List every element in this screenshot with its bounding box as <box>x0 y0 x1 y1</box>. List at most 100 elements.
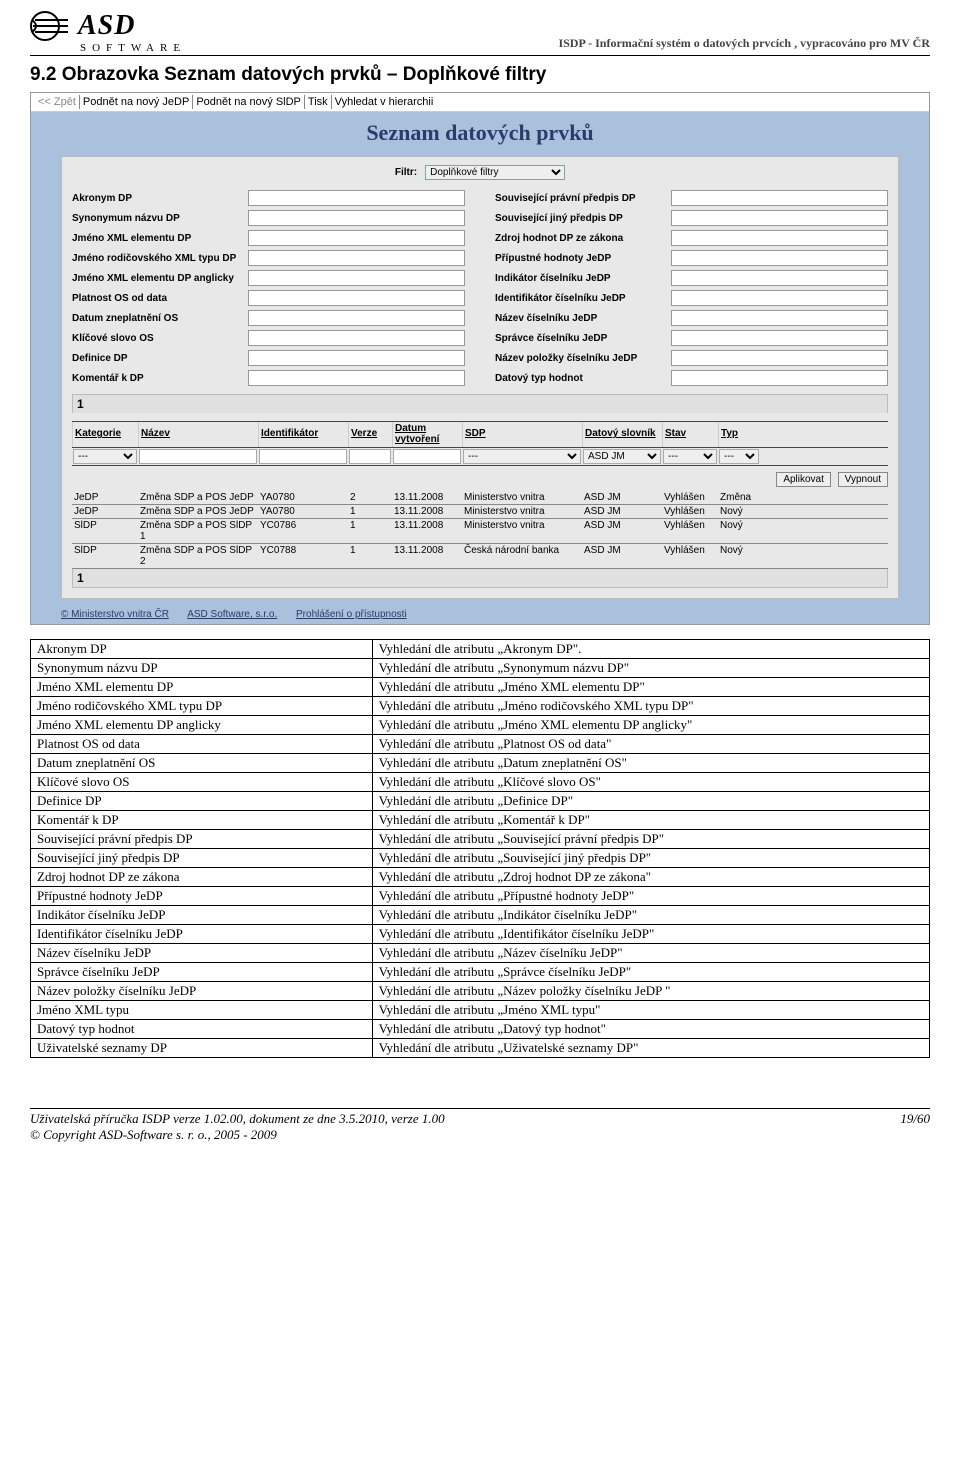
table-row[interactable]: SlDPZměna SDP a POS SlDP 1YC0786113.11.2… <box>72 519 888 544</box>
def-desc: Vyhledání dle atributu „Název číselníku … <box>372 944 929 963</box>
def-desc: Vyhledání dle atributu „Jméno XML elemen… <box>372 716 929 735</box>
cell: 2 <box>348 491 392 504</box>
def-term: Datový typ hodnot <box>31 1020 373 1039</box>
field-label: Jméno rodičovského XML typu DP <box>72 253 242 264</box>
table-row[interactable]: JeDPZměna SDP a POS JeDPYA0780213.11.200… <box>72 491 888 505</box>
definition-row: Synonymum názvu DPVyhledání dle atributu… <box>31 659 930 678</box>
field-input[interactable] <box>248 210 465 226</box>
flt-sdp[interactable]: --- <box>463 449 581 464</box>
table-row[interactable]: JeDPZměna SDP a POS JeDPYA0780113.11.200… <box>72 505 888 519</box>
field-input[interactable] <box>248 350 465 366</box>
field-input[interactable] <box>248 270 465 286</box>
logo-text: ASD <box>78 10 135 42</box>
definition-row: Přípustné hodnoty JeDPVyhledání dle atri… <box>31 887 930 906</box>
def-term: Synonymum názvu DP <box>31 659 373 678</box>
definition-row: Indikátor číselníku JeDPVyhledání dle at… <box>31 906 930 925</box>
def-desc: Vyhledání dle atributu „Název položky čí… <box>372 982 929 1001</box>
field-label: Identifikátor číselníku JeDP <box>495 293 665 304</box>
field-input[interactable] <box>248 230 465 246</box>
field-input[interactable] <box>671 230 888 246</box>
filter-select[interactable]: Doplňkové filtry <box>425 165 565 180</box>
flt-slovnik[interactable]: ASD JM <box>583 449 661 464</box>
field-label: Související právní předpis DP <box>495 193 665 204</box>
definition-row: Identifikátor číselníku JeDPVyhledání dl… <box>31 925 930 944</box>
field-input[interactable] <box>248 370 465 386</box>
table-row[interactable]: SlDPZměna SDP a POS SlDP 2YC0788113.11.2… <box>72 544 888 569</box>
menu-search-hierarchy[interactable]: Vyhledat v hierarchii <box>332 95 437 109</box>
field-label: Přípustné hodnoty JeDP <box>495 253 665 264</box>
menu-new-jedp[interactable]: Podnět na nový JeDP <box>80 95 193 109</box>
cell: ASD JM <box>582 491 662 504</box>
def-desc: Vyhledání dle atributu „Související práv… <box>372 830 929 849</box>
field-input[interactable] <box>248 330 465 346</box>
cell: Změna SDP a POS SlDP 1 <box>138 519 258 543</box>
logo-icon <box>30 10 70 42</box>
field-input[interactable] <box>671 210 888 226</box>
cell: Vyhlášen <box>662 491 718 504</box>
disable-button[interactable]: Vypnout <box>838 472 888 487</box>
definition-row: Definice DPVyhledání dle atributu „Defin… <box>31 792 930 811</box>
definition-row: Uživatelské seznamy DPVyhledání dle atri… <box>31 1039 930 1058</box>
def-term: Související jiný předpis DP <box>31 849 373 868</box>
field-input[interactable] <box>671 330 888 346</box>
def-desc: Vyhledání dle atributu „Indikátor číseln… <box>372 906 929 925</box>
cell: SlDP <box>72 519 138 543</box>
definition-row: Jméno XML elementu DP anglickyVyhledání … <box>31 716 930 735</box>
footer-link-asd[interactable]: ASD Software, s.r.o. <box>187 609 277 620</box>
flt-nazev[interactable] <box>139 449 257 464</box>
flt-kategorie[interactable]: --- <box>73 449 137 464</box>
section-title: 9.2 Obrazovka Seznam datových prvků – Do… <box>30 64 930 86</box>
flt-verze[interactable] <box>349 449 391 464</box>
cell: ASD JM <box>582 519 662 543</box>
field-label: Jméno XML elementu DP anglicky <box>72 273 242 284</box>
footer-link-mvcr[interactable]: © Ministerstvo vnitra ČR <box>61 609 169 620</box>
flt-identifikator[interactable] <box>259 449 347 464</box>
field-input[interactable] <box>671 310 888 326</box>
field-input[interactable] <box>671 290 888 306</box>
definition-row: Název položky číselníku JeDPVyhledání dl… <box>31 982 930 1001</box>
field-input[interactable] <box>671 190 888 206</box>
footer-link-accessibility[interactable]: Prohlášení o přístupnosti <box>296 609 407 620</box>
col-slovnik: Datový slovník <box>582 422 662 447</box>
def-term: Zdroj hodnot DP ze zákona <box>31 868 373 887</box>
field-input[interactable] <box>671 350 888 366</box>
field-label: Správce číselníku JeDP <box>495 333 665 344</box>
flt-typ[interactable]: --- <box>719 449 759 464</box>
cell: JeDP <box>72 491 138 504</box>
cell: Změna SDP a POS JeDP <box>138 505 258 518</box>
field-input[interactable] <box>248 290 465 306</box>
field-label: Platnost OS od data <box>72 293 242 304</box>
page-footer: Uživatelská příručka ISDP verze 1.02.00,… <box>30 1108 930 1143</box>
flt-stav[interactable]: --- <box>663 449 717 464</box>
menu-print[interactable]: Tisk <box>305 95 332 109</box>
field-input[interactable] <box>248 190 465 206</box>
grid-filter-row: --- --- ASD JM --- --- <box>72 448 888 466</box>
def-term: Správce číselníku JeDP <box>31 963 373 982</box>
definition-row: Platnost OS od dataVyhledání dle atribut… <box>31 735 930 754</box>
cell: 1 <box>348 505 392 518</box>
counter-top: 1 <box>72 394 888 413</box>
field-input[interactable] <box>671 270 888 286</box>
menu-back[interactable]: << Zpět <box>35 95 80 109</box>
field-label: Jméno XML elementu DP <box>72 233 242 244</box>
field-label: Indikátor číselníku JeDP <box>495 273 665 284</box>
cell: 13.11.2008 <box>392 491 462 504</box>
definition-row: Datový typ hodnotVyhledání dle atributu … <box>31 1020 930 1039</box>
field-label: Související jiný předpis DP <box>495 213 665 224</box>
cell: Vyhlášen <box>662 519 718 543</box>
flt-datum[interactable] <box>393 449 461 464</box>
def-desc: Vyhledání dle atributu „Identifikátor čí… <box>372 925 929 944</box>
field-input[interactable] <box>248 310 465 326</box>
field-input[interactable] <box>671 250 888 266</box>
field-label: Název číselníku JeDP <box>495 313 665 324</box>
field-input[interactable] <box>671 370 888 386</box>
definition-row: Jméno XML elementu DPVyhledání dle atrib… <box>31 678 930 697</box>
definition-row: Správce číselníku JeDPVyhledání dle atri… <box>31 963 930 982</box>
definitions-table: Akronym DPVyhledání dle atributu „Akrony… <box>30 639 930 1058</box>
cell: YC0786 <box>258 519 348 543</box>
field-input[interactable] <box>248 250 465 266</box>
apply-button[interactable]: Aplikovat <box>776 472 831 487</box>
menu-new-sldp[interactable]: Podnět na nový SlDP <box>193 95 305 109</box>
cell: Nový <box>718 519 760 543</box>
counter-bottom: 1 <box>72 569 888 588</box>
